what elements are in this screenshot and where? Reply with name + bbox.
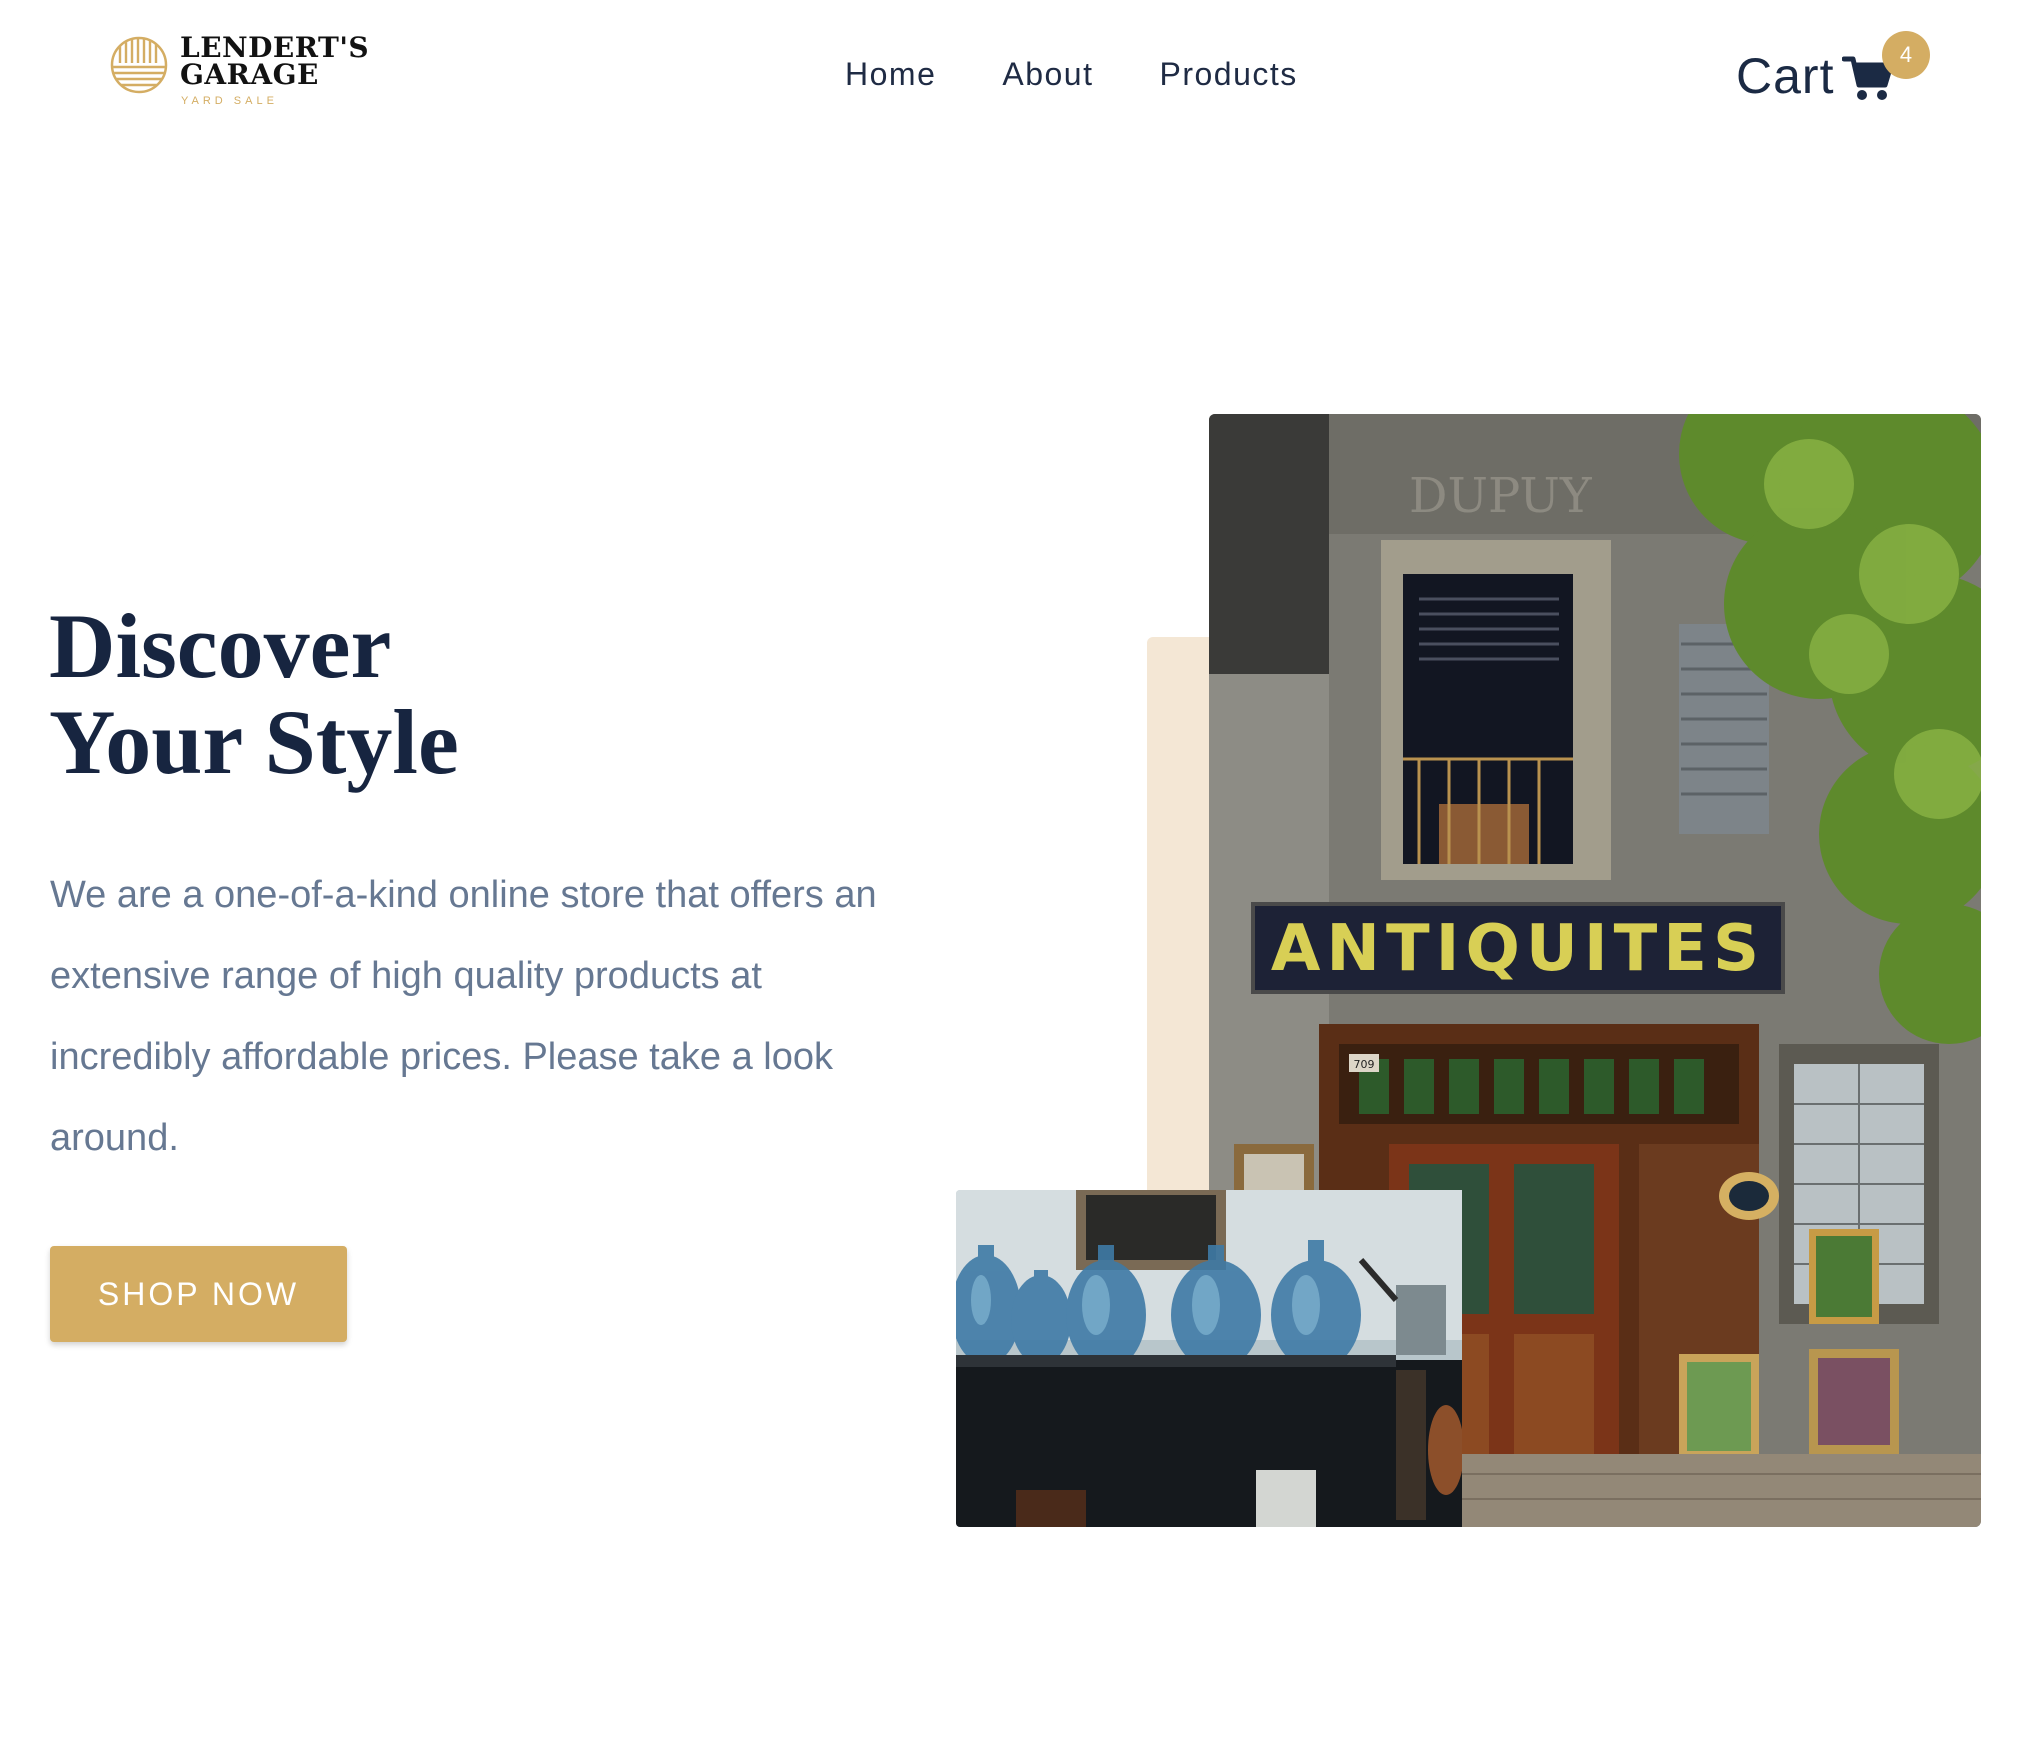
logo-name-line2: GARAGE xyxy=(180,58,319,91)
nav-about-link[interactable]: About xyxy=(1002,56,1093,93)
hero-heading: Discover Your Style xyxy=(49,598,459,790)
antiquites-sign-text: ANTIQUITES xyxy=(1271,912,1765,986)
main-nav: Home About Products xyxy=(845,56,1298,93)
logo-name-line1: LENDERT'S xyxy=(180,31,370,64)
logo-tagline: YARD SALE xyxy=(181,95,278,107)
faded-wall-text: DUPUY xyxy=(1409,468,1593,524)
shop-now-button[interactable]: SHOP NOW xyxy=(50,1246,347,1342)
hero-description: We are a one-of-a-kind online store that… xyxy=(50,874,877,1159)
door-number-text: 709 xyxy=(1354,1058,1375,1071)
logo-wordmark: LENDERT'S GARAGE xyxy=(180,31,370,91)
cart-label: Cart xyxy=(1736,48,1835,104)
cart-count-badge: 4 xyxy=(1882,31,1930,79)
site-logo[interactable]: LENDERT'S GARAGE YARD SALE xyxy=(110,34,370,114)
hero-heading-line1: Discover xyxy=(49,595,392,697)
hero-heading-line2: Your Style xyxy=(49,691,459,793)
glass-bottles-photo xyxy=(956,1190,1462,1527)
nav-home-link[interactable]: Home xyxy=(845,56,936,93)
cart-button[interactable]: Cart 4 xyxy=(1736,31,1930,106)
nav-products-link[interactable]: Products xyxy=(1159,56,1297,93)
striped-circle-logo-icon xyxy=(110,36,168,94)
